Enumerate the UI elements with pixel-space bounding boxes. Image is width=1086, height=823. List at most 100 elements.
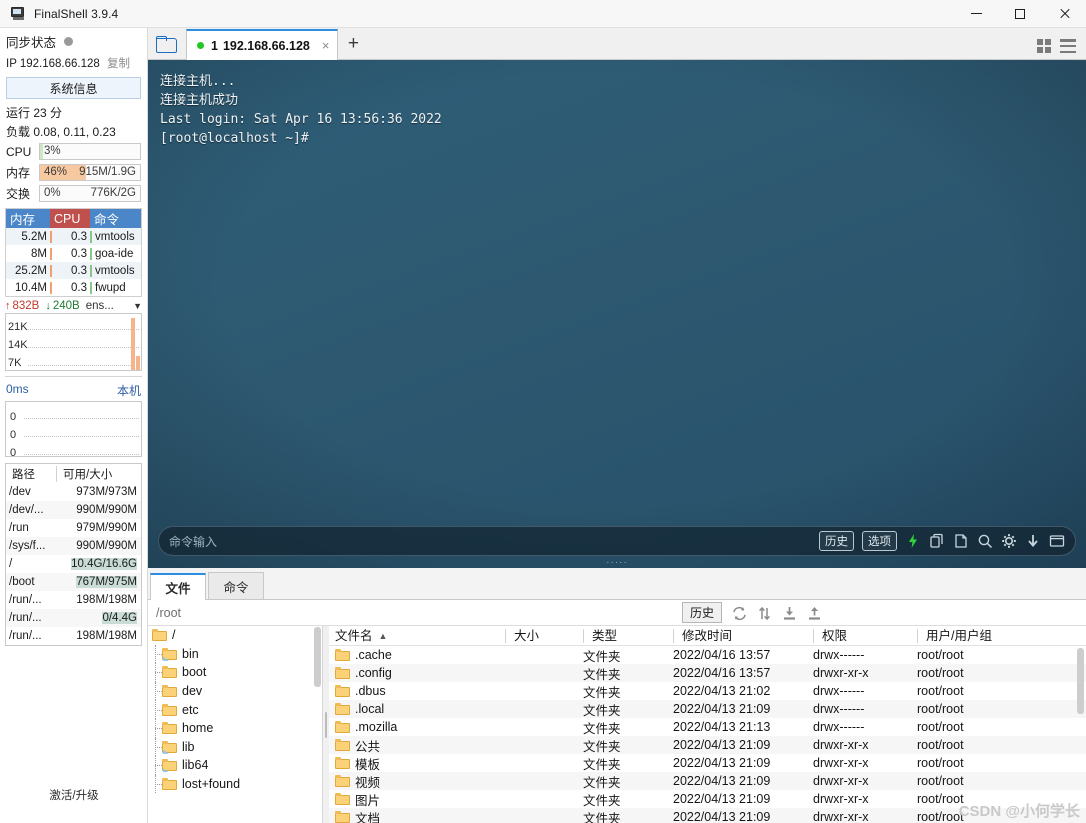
column-header-type[interactable]: 类型 bbox=[583, 628, 673, 643]
table-row[interactable]: .config 文件夹 2022/04/16 13:57 drwxr-xr-x root… bbox=[329, 664, 1086, 682]
disk-row[interactable]: /dev 973M/973M bbox=[6, 483, 141, 501]
tree-node[interactable]: etc bbox=[148, 700, 322, 719]
window-icon[interactable] bbox=[1049, 533, 1065, 549]
file-name-cell: 视频 bbox=[329, 772, 505, 791]
uptime-label: 运行 23 分 bbox=[6, 106, 63, 120]
process-row[interactable]: 25.2M 0.3 vmtools bbox=[6, 262, 141, 279]
transfer-icon[interactable] bbox=[756, 605, 772, 621]
hamburger-menu-icon[interactable] bbox=[1060, 39, 1076, 53]
file-toolbar: 历史 bbox=[681, 602, 1086, 623]
new-tab-button[interactable]: + bbox=[338, 28, 368, 59]
system-info-button[interactable]: 系统信息 bbox=[6, 77, 141, 99]
table-row[interactable]: 视频 文件夹 2022/04/13 21:09 drwxr-xr-x root/root bbox=[329, 772, 1086, 790]
process-row[interactable]: 8M 0.3 goa-ide bbox=[6, 245, 141, 262]
table-row[interactable]: 模板 文件夹 2022/04/13 21:09 drwxr-xr-x root/root bbox=[329, 754, 1086, 772]
table-row[interactable]: .cache 文件夹 2022/04/16 13:57 drwx------ root/… bbox=[329, 646, 1086, 664]
process-table-body: 5.2M 0.3 vmtools 8M 0.3 goa-ide 25.2M 0.3 vmtool… bbox=[6, 228, 141, 296]
table-row[interactable]: 公共 文件夹 2022/04/13 21:09 drwxr-xr-x root/root bbox=[329, 736, 1086, 754]
tab-close-icon[interactable]: × bbox=[322, 39, 330, 52]
tab-commands[interactable]: 命令 bbox=[208, 572, 264, 599]
activate-upgrade-link[interactable]: 激活/升级 bbox=[0, 787, 148, 803]
disk-row[interactable]: /run/... 0/4.4G bbox=[6, 609, 141, 627]
disk-row[interactable]: /boot 767M/975M bbox=[6, 573, 141, 591]
meter-label: 内存 bbox=[6, 166, 31, 180]
process-row[interactable]: 5.2M 0.3 vmtools bbox=[6, 228, 141, 245]
column-header-permissions[interactable]: 权限 bbox=[813, 628, 917, 643]
tab-session-192-168-66-128[interactable]: 1 192.168.66.128 × bbox=[186, 29, 339, 60]
column-header-size[interactable]: 大小 bbox=[505, 628, 583, 643]
process-col-cpu[interactable]: CPU bbox=[50, 209, 90, 228]
terminal-history-button[interactable]: 历史 bbox=[819, 531, 854, 551]
minimize-button[interactable] bbox=[954, 0, 998, 28]
tree-scrollbar[interactable] bbox=[314, 627, 321, 687]
file-history-button[interactable]: 历史 bbox=[681, 602, 722, 623]
file-name: .cache bbox=[355, 648, 392, 662]
disk-row[interactable]: /run/... 198M/198M bbox=[6, 627, 141, 645]
disk-row[interactable]: /run 979M/990M bbox=[6, 519, 141, 537]
table-row[interactable]: .dbus 文件夹 2022/04/13 21:02 drwx------ root/r… bbox=[329, 682, 1086, 700]
copy-ip-button[interactable]: 复制 bbox=[107, 58, 130, 70]
gear-icon[interactable] bbox=[1001, 533, 1017, 549]
download-icon[interactable] bbox=[781, 605, 797, 621]
file-panel-tabs: 文件 命令 bbox=[148, 572, 1086, 600]
upload-icon[interactable] bbox=[806, 605, 822, 621]
search-icon[interactable] bbox=[977, 533, 993, 549]
maximize-button[interactable] bbox=[998, 0, 1042, 28]
panel-resize-handle[interactable]: ····· bbox=[606, 557, 628, 568]
tree-node[interactable]: bin bbox=[148, 644, 322, 664]
open-connection-button[interactable] bbox=[148, 28, 184, 59]
network-y-label-1: 14K bbox=[8, 339, 28, 351]
column-header-mtime[interactable]: 修改时间 bbox=[673, 628, 813, 643]
tree-node-label: home bbox=[182, 721, 214, 736]
tree-node[interactable]: lib bbox=[148, 737, 322, 757]
file-list-scrollbar[interactable] bbox=[1077, 648, 1084, 714]
tree-node[interactable]: boot bbox=[148, 663, 322, 682]
tree-node[interactable]: lib64 bbox=[148, 756, 322, 775]
process-col-memory[interactable]: 内存 bbox=[6, 209, 50, 228]
tree-node[interactable]: lost+found bbox=[148, 774, 322, 794]
disk-row[interactable]: /run/... 198M/198M bbox=[6, 591, 141, 609]
command-input-placeholder[interactable]: 命令输入 bbox=[169, 533, 217, 550]
process-command: goa-ide bbox=[90, 247, 141, 260]
disk-value: 0/4.4G bbox=[102, 612, 137, 624]
lightning-icon[interactable] bbox=[905, 533, 921, 549]
table-row[interactable]: .local 文件夹 2022/04/13 21:09 drwx------ root/… bbox=[329, 700, 1086, 718]
file-permissions: drwxr-xr-x bbox=[813, 666, 869, 680]
command-input-bar[interactable]: 命令输入 历史 选项 bbox=[158, 526, 1076, 556]
title-bar: FinalShell 3.9.4 bbox=[0, 0, 1086, 28]
disk-value: 990M/990M bbox=[76, 504, 137, 516]
terminal-options-button[interactable]: 选项 bbox=[862, 531, 897, 551]
tree-node[interactable]: / bbox=[148, 626, 322, 645]
watermark: CSDN @小何学长 bbox=[958, 803, 1080, 820]
table-row[interactable]: .mozilla 文件夹 2022/04/13 21:13 drwx------ roo… bbox=[329, 718, 1086, 736]
disk-row[interactable]: /dev/... 990M/990M bbox=[6, 501, 141, 519]
disk-row[interactable]: / 10.4G/16.6G bbox=[6, 555, 141, 573]
refresh-icon[interactable] bbox=[731, 605, 747, 621]
tree-node[interactable]: dev bbox=[148, 681, 322, 701]
close-button[interactable] bbox=[1042, 0, 1086, 28]
directory-tree[interactable]: / bin boot dev etc home lib lib64 lost+found bbox=[148, 626, 323, 823]
tree-indent bbox=[148, 700, 162, 719]
disk-row[interactable]: /sys/f... 990M/990M bbox=[6, 537, 141, 555]
paste-icon[interactable] bbox=[953, 533, 969, 549]
tree-node[interactable]: home bbox=[148, 718, 322, 738]
file-type: 文件夹 bbox=[583, 649, 621, 664]
grid-view-icon[interactable] bbox=[1037, 39, 1052, 53]
column-header-name[interactable]: 文件名 ▲ bbox=[329, 629, 505, 643]
process-col-command[interactable]: 命令 bbox=[90, 209, 141, 228]
column-header-owner[interactable]: 用户/用户组 bbox=[917, 628, 1086, 643]
sync-status-row: 同步状态 bbox=[0, 28, 147, 51]
terminal-panel[interactable]: 连接主机... 连接主机成功 Last login: Sat Apr 16 13… bbox=[148, 60, 1086, 568]
file-permissions: drwx------ bbox=[813, 684, 865, 698]
folder-icon bbox=[335, 811, 350, 823]
chevron-down-icon[interactable]: ▼ bbox=[133, 301, 142, 311]
tab-files[interactable]: 文件 bbox=[150, 573, 206, 600]
file-type: 文件夹 bbox=[583, 685, 621, 700]
download-icon[interactable] bbox=[1025, 533, 1041, 549]
current-path[interactable]: /root bbox=[148, 606, 181, 620]
file-list-header: 文件名 ▲ 大小 类型 修改时间 权限 用户/用户组 bbox=[329, 626, 1086, 646]
folder-icon bbox=[335, 739, 350, 751]
copy-icon[interactable] bbox=[929, 533, 945, 549]
file-name-cell: .local bbox=[329, 702, 505, 716]
process-row[interactable]: 10.4M 0.3 fwupd bbox=[6, 279, 141, 296]
